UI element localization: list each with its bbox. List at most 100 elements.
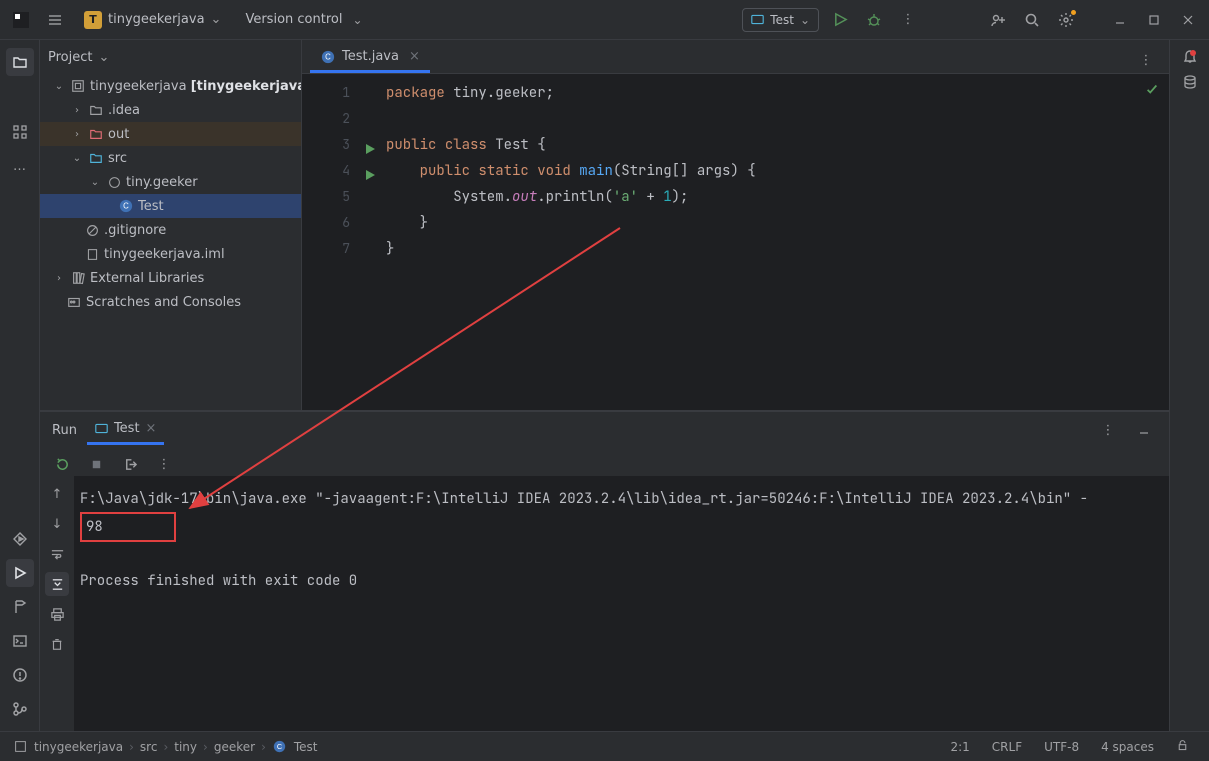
tree-pkg[interactable]: ⌄ tiny.geeker [40,170,301,194]
breadcrumb-item[interactable]: tiny [174,740,197,754]
run-tab-label: Test [114,421,140,436]
tree-src-label: src [108,151,127,166]
run-panel-header: Run Test × ⋮ [40,412,1169,448]
file-icon [84,248,100,261]
status-line-sep[interactable]: CRLF [984,740,1030,754]
tab-test-java[interactable]: C Test.java × [310,43,430,73]
structure-tool-icon[interactable] [6,118,34,146]
tree-pkg-label: tiny.geeker [126,175,198,190]
svg-text:C: C [325,52,331,61]
console-more-icon[interactable]: ⋮ [152,452,176,476]
minimize-window-icon[interactable] [1107,7,1133,33]
project-panel-header[interactable]: Project ⌄ [40,40,301,74]
console-highlighted-output: 98 [80,512,176,542]
status-encoding[interactable]: UTF-8 [1036,740,1087,754]
console-toolbar: ⋮ [40,448,1169,476]
debug-button[interactable] [861,7,887,33]
terminal-tool-icon[interactable] [6,627,34,655]
more-tool-icon[interactable]: … [6,152,34,180]
notifications-icon[interactable] [1182,48,1198,68]
settings-icon[interactable] [1053,7,1079,33]
status-indent[interactable]: 4 spaces [1093,740,1162,754]
status-line-col[interactable]: 2:1 [942,740,977,754]
run-config-icon [751,13,764,26]
breadcrumb-item[interactable]: src [140,740,158,754]
code-with-me-icon[interactable] [985,7,1011,33]
run-tab-test[interactable]: Test × [87,415,165,445]
tree-root[interactable]: ⌄ tinygeekerjava [tinygeekerjava] D:\t [40,74,301,98]
tree-test-class[interactable]: C Test [40,194,301,218]
run-panel-options-icon[interactable]: ⋮ [1095,417,1121,443]
close-icon[interactable]: × [146,421,157,436]
tree-gitignore[interactable]: .gitignore [40,218,301,242]
left-tool-strip: … [0,40,40,731]
svg-text:C: C [277,742,282,751]
tree-ext-libs-label: External Libraries [90,271,204,286]
tree-scratches[interactable]: Scratches and Consoles [40,290,301,314]
code-editor[interactable]: 1 2 3 4 5 6 7 package tiny.geeker; publi… [302,74,1169,410]
search-icon[interactable] [1019,7,1045,33]
print-icon[interactable] [45,602,69,626]
app-icon[interactable] [8,7,34,33]
project-name: tinygeekerjava [108,12,205,27]
editor-tabs-options-icon[interactable]: ⋮ [1133,47,1159,73]
console-output[interactable]: F:\Java\jdk-17\bin\java.exe "-javaagent:… [74,476,1169,731]
up-icon[interactable]: ↑ [45,482,69,506]
readonly-toggle-icon[interactable] [1168,739,1197,755]
rerun-icon[interactable] [50,452,74,476]
ignore-icon [84,224,100,237]
tree-root-bold: [tinygeekerjava] [191,79,301,94]
libraries-icon [70,271,86,285]
code-body[interactable]: package tiny.geeker; public class Test {… [380,74,1169,410]
line-number: 7 [302,236,380,262]
clear-icon[interactable] [45,632,69,656]
project-tool-icon[interactable] [6,48,34,76]
tree-src[interactable]: ⌄ src [40,146,301,170]
line-number: 6 [302,210,380,236]
package-icon [106,176,122,189]
class-icon: C [272,740,288,753]
run-panel: Run Test × ⋮ ⋮ ↑ [40,411,1169,731]
services-tool-icon[interactable] [6,525,34,553]
inspection-ok-icon[interactable] [1145,82,1159,100]
scroll-to-end-icon[interactable] [45,572,69,596]
database-tool-icon[interactable] [1182,74,1198,94]
close-window-icon[interactable] [1175,7,1201,33]
tree-iml-label: tinygeekerjava.iml [104,247,225,262]
vcs-tool-icon[interactable] [6,695,34,723]
tree-ext-libs[interactable]: › External Libraries [40,266,301,290]
down-icon[interactable]: ↓ [45,512,69,536]
stop-icon[interactable] [84,452,108,476]
tree-out-label: out [108,127,129,142]
tree-out[interactable]: › out [40,122,301,146]
project-tree: ⌄ tinygeekerjava [tinygeekerjava] D:\t ›… [40,74,301,410]
exit-icon[interactable] [118,452,142,476]
close-icon[interactable]: × [409,49,420,64]
hide-panel-icon[interactable] [1131,417,1157,443]
soft-wrap-icon[interactable] [45,542,69,566]
more-actions-icon[interactable]: ⋮ [895,7,921,33]
run-button[interactable] [827,7,853,33]
tree-scratches-label: Scratches and Consoles [86,295,241,310]
project-panel-title: Project [48,50,92,65]
line-number: 1 [302,80,380,106]
project-badge-icon: T [84,11,102,29]
line-number: 5 [302,184,380,210]
tree-root-label: tinygeekerjava [90,79,187,94]
run-tool-icon[interactable] [6,559,34,587]
tree-iml[interactable]: tinygeekerjava.iml [40,242,301,266]
line-number: 3 [302,132,380,158]
maximize-window-icon[interactable] [1141,7,1167,33]
breadcrumb-item[interactable]: Test [294,740,318,754]
run-config-selector[interactable]: Test ⌄ [742,8,819,32]
line-number: 2 [302,106,380,132]
build-tool-icon[interactable] [6,593,34,621]
breadcrumb-item[interactable]: tinygeekerjava [34,740,123,754]
main-menu-icon[interactable] [42,7,68,33]
breadcrumb-item[interactable]: geeker [214,740,255,754]
project-selector[interactable]: T tinygeekerjava ⌄ [76,7,229,33]
class-icon: C [320,50,336,64]
vcs-menu[interactable]: Version control [237,8,370,31]
problems-tool-icon[interactable] [6,661,34,689]
tree-idea[interactable]: › .idea [40,98,301,122]
